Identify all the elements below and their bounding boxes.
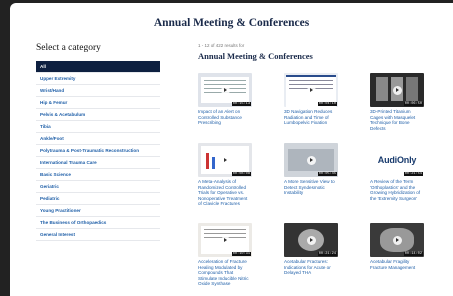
play-icon[interactable]	[220, 85, 230, 95]
video-title-link[interactable]: Impact of an Alert on Controlled Substan…	[198, 109, 252, 126]
video-card[interactable]: 00:08:08 A Meta-Analysis of Randomized Co…	[198, 143, 252, 207]
sidebar-item-geriatric[interactable]: Geriatric	[36, 181, 160, 193]
category-sidebar: Select a category All Upper Extremity Wris…	[36, 43, 160, 241]
video-card[interactable]: 00:14:02 Acetabular Fragility Fracture Ma…	[370, 223, 424, 270]
video-title-link[interactable]: Acetabular Fragility Fracture Management	[370, 259, 424, 270]
sidebar-item-pediatric[interactable]: Pediatric	[36, 193, 160, 205]
page-title: Annual Meeting & Conferences	[153, 17, 310, 29]
video-duration: 00:21:54	[403, 172, 423, 176]
video-duration: 00:10:31	[231, 252, 251, 256]
video-duration: 00:05:45	[317, 172, 337, 176]
sidebar-item-the-business-of-orthopaedics[interactable]: The Business of Orthopaedics	[36, 217, 160, 229]
sidebar-item-general-interest[interactable]: General Interest	[36, 229, 160, 241]
video-duration: 00:06:50	[403, 102, 423, 106]
audio-only-label-part: Audi	[377, 155, 397, 165]
play-icon[interactable]	[306, 85, 316, 95]
video-thumbnail[interactable]: AudiOnly 00:21:54	[370, 143, 424, 177]
video-thumbnail[interactable]: 00:14:02	[370, 223, 424, 257]
video-title-link[interactable]: 3D Navigation Reduces Radiation and Time…	[284, 109, 338, 126]
sidebar-item-international-trauma-care[interactable]: International Trauma Care	[36, 157, 160, 169]
sidebar-item-tibia[interactable]: Tibia	[36, 121, 160, 133]
play-icon[interactable]	[306, 235, 316, 245]
video-card[interactable]: 00:21:24 Acetabular Fractures: Indication…	[284, 223, 338, 276]
video-card[interactable]: 00:04:10 3D Navigation Reduces Radiation …	[284, 73, 338, 126]
video-duration: 00:08:08	[231, 172, 251, 176]
results-heading: Annual Meeting & Conferences	[198, 51, 313, 61]
sidebar-item-young-practitioner[interactable]: Young Practitioner	[36, 205, 160, 217]
page-frame: Annual Meeting & Conferences Select a ca…	[10, 3, 453, 296]
video-title-link[interactable]: 3D-Printed Titanium Cages with Masquelet…	[370, 109, 424, 131]
sidebar-item-wrist-hand[interactable]: Wrist/Hand	[36, 85, 160, 97]
results-panel: 1 - 12 of 422 results for Annual Meeting…	[198, 43, 448, 286]
video-duration: 00:14:02	[403, 252, 423, 256]
sidebar-item-hip-femur[interactable]: Hip & Femur	[36, 97, 160, 109]
video-thumbnail[interactable]: 00:05:45	[284, 143, 338, 177]
video-thumbnail[interactable]: 00:21:24	[284, 223, 338, 257]
sidebar-item-all[interactable]: All	[36, 61, 160, 73]
video-card[interactable]: 00:05:45 A More Sensitive View to Detect …	[284, 143, 338, 196]
play-icon[interactable]	[220, 155, 230, 165]
video-title-link[interactable]: A More Sensitive View to Detect Syndesmo…	[284, 179, 338, 196]
sidebar-item-basic-science[interactable]: Basic Science	[36, 169, 160, 181]
video-thumbnail[interactable]: 00:15:13	[198, 73, 252, 107]
play-icon[interactable]	[306, 155, 316, 165]
sidebar-item-polytrauma-post-traumatic-reconstruction[interactable]: Polytrauma & Post-Traumatic Reconstructi…	[36, 145, 160, 157]
video-card[interactable]: 00:06:50 3D-Printed Titanium Cages with M…	[370, 73, 424, 131]
play-icon[interactable]	[392, 85, 402, 95]
results-count: 1 - 12 of 422 results for	[198, 43, 245, 48]
sidebar-item-ankle-foot[interactable]: Ankle/Foot	[36, 133, 160, 145]
video-card[interactable]: 00:15:13 Impact of an Alert on Controlled…	[198, 73, 252, 126]
video-thumbnail[interactable]: 00:08:08	[198, 143, 252, 177]
video-title-link[interactable]: A Review of the Term 'Orthoplastics' and…	[370, 179, 424, 201]
video-duration: 00:15:13	[231, 102, 251, 106]
audio-only-label-part: Only	[396, 155, 417, 165]
sidebar-title: Select a category	[36, 43, 101, 53]
video-thumbnail[interactable]: 00:06:50	[370, 73, 424, 107]
play-icon[interactable]	[220, 235, 230, 245]
video-title-link[interactable]: Acceleration of Fracture Healing Modulat…	[198, 259, 252, 287]
video-card[interactable]: AudiOnly 00:21:54 A Review of the Term 'Or…	[370, 143, 424, 201]
video-duration: 00:21:24	[317, 252, 337, 256]
video-card[interactable]: 00:10:31 Acceleration of Fracture Healing…	[198, 223, 252, 287]
video-duration: 00:04:10	[317, 102, 337, 106]
video-title-link[interactable]: Acetabular Fractures: Indications for Ac…	[284, 259, 338, 276]
video-thumbnail[interactable]: 00:04:10	[284, 73, 338, 107]
video-title-link[interactable]: A Meta-Analysis of Randomized Controlled…	[198, 179, 252, 207]
play-icon[interactable]	[392, 235, 402, 245]
sidebar-item-upper-extremity[interactable]: Upper Extremity	[36, 73, 160, 85]
sidebar-item-pelvis-acetabulum[interactable]: Pelvis & Acetabulum	[36, 109, 160, 121]
video-thumbnail[interactable]: 00:10:31	[198, 223, 252, 257]
category-list: All Upper Extremity Wrist/Hand Hip & Femur P…	[36, 61, 160, 241]
